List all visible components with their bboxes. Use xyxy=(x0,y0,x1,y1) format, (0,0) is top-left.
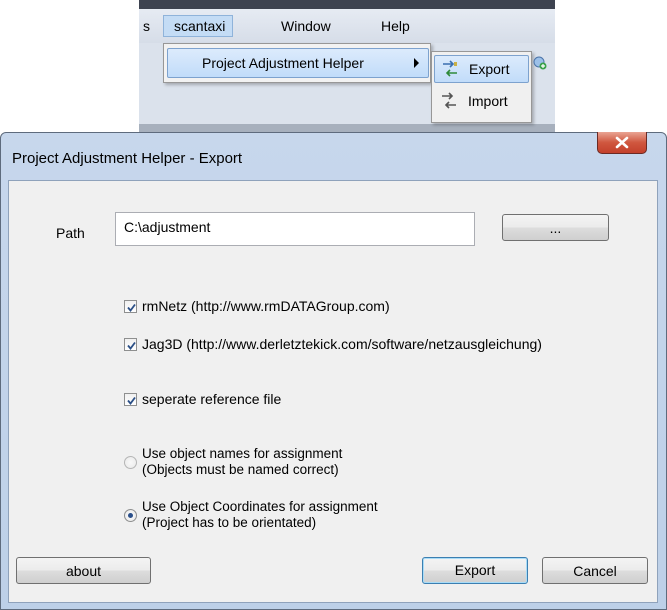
project-adjustment-submenu: Export Import xyxy=(431,51,532,123)
globe-plus-icon xyxy=(533,56,547,70)
jag3d-checkbox[interactable] xyxy=(124,338,137,351)
dialog-titlebar[interactable]: Project Adjustment Helper - Export xyxy=(1,132,666,180)
menu-item-help[interactable]: Help xyxy=(371,15,420,37)
export-dialog: Project Adjustment Helper - Export Path … xyxy=(0,132,667,610)
menu-item-window[interactable]: Window xyxy=(271,15,341,37)
object-names-radio-label: Use object names for assignment (Objects… xyxy=(142,446,342,478)
export-button[interactable]: Export xyxy=(422,557,528,584)
rmnetz-checkbox[interactable] xyxy=(124,300,137,313)
submenu-item-export[interactable]: Export xyxy=(434,55,529,83)
toolbar-lower-strip xyxy=(139,124,555,132)
about-button[interactable]: about xyxy=(16,557,151,584)
scantaxi-dropdown-menu: Project Adjustment Helper xyxy=(163,43,431,83)
radio-label-line1: Use object names for assignment xyxy=(142,446,343,461)
rmnetz-checkbox-label: rmNetz (http://www.rmDATAGroup.com) xyxy=(142,298,390,314)
menu-item-partial[interactable]: s xyxy=(139,15,160,37)
jag3d-checkbox-label: Jag3D (http://www.derletztekick.com/soft… xyxy=(142,336,542,352)
object-names-radio[interactable] xyxy=(124,456,137,469)
submenu-import-label: Import xyxy=(468,93,508,109)
radio-label-line2: (Project has to be orientated) xyxy=(142,515,317,530)
radio-label-line2: (Objects must be named correct) xyxy=(142,462,339,477)
menu-item-label: Project Adjustment Helper xyxy=(202,55,364,71)
close-button[interactable] xyxy=(597,132,647,154)
object-coordinates-radio-label: Use Object Coordinates for assignment (P… xyxy=(142,499,378,531)
submenu-arrow-icon xyxy=(414,58,419,68)
app-menu-screenshot: s scantaxi Window Help Project Adjustmen… xyxy=(139,0,555,132)
cancel-button[interactable]: Cancel xyxy=(542,557,648,584)
import-arrows-icon xyxy=(442,92,456,109)
window-top-strip xyxy=(139,0,555,9)
radio-label-line1: Use Object Coordinates for assignment xyxy=(142,499,378,514)
submenu-export-label: Export xyxy=(469,61,510,77)
menubar: s scantaxi Window Help xyxy=(139,9,555,43)
checkmark-icon xyxy=(127,303,136,312)
path-label: Path xyxy=(56,225,85,241)
object-coordinates-radio[interactable] xyxy=(124,509,137,522)
separate-reference-checkbox[interactable] xyxy=(124,393,137,406)
menu-item-scantaxi[interactable]: scantaxi xyxy=(163,15,233,37)
export-arrows-icon xyxy=(443,60,457,77)
radio-selected-dot xyxy=(128,513,133,518)
submenu-item-import[interactable]: Import xyxy=(434,88,529,116)
checkmark-icon xyxy=(127,341,136,350)
browse-button[interactable]: ... xyxy=(502,214,609,241)
dialog-title: Project Adjustment Helper - Export xyxy=(12,150,243,167)
menu-item-project-adjustment-helper[interactable]: Project Adjustment Helper xyxy=(167,48,429,78)
dialog-client-area: Path ... rmNetz (http://www.rmDATAGroup.… xyxy=(8,180,658,603)
checkmark-icon xyxy=(127,396,136,405)
path-input[interactable] xyxy=(115,212,475,246)
separate-reference-checkbox-label: seperate reference file xyxy=(142,391,282,407)
close-icon xyxy=(615,136,629,149)
